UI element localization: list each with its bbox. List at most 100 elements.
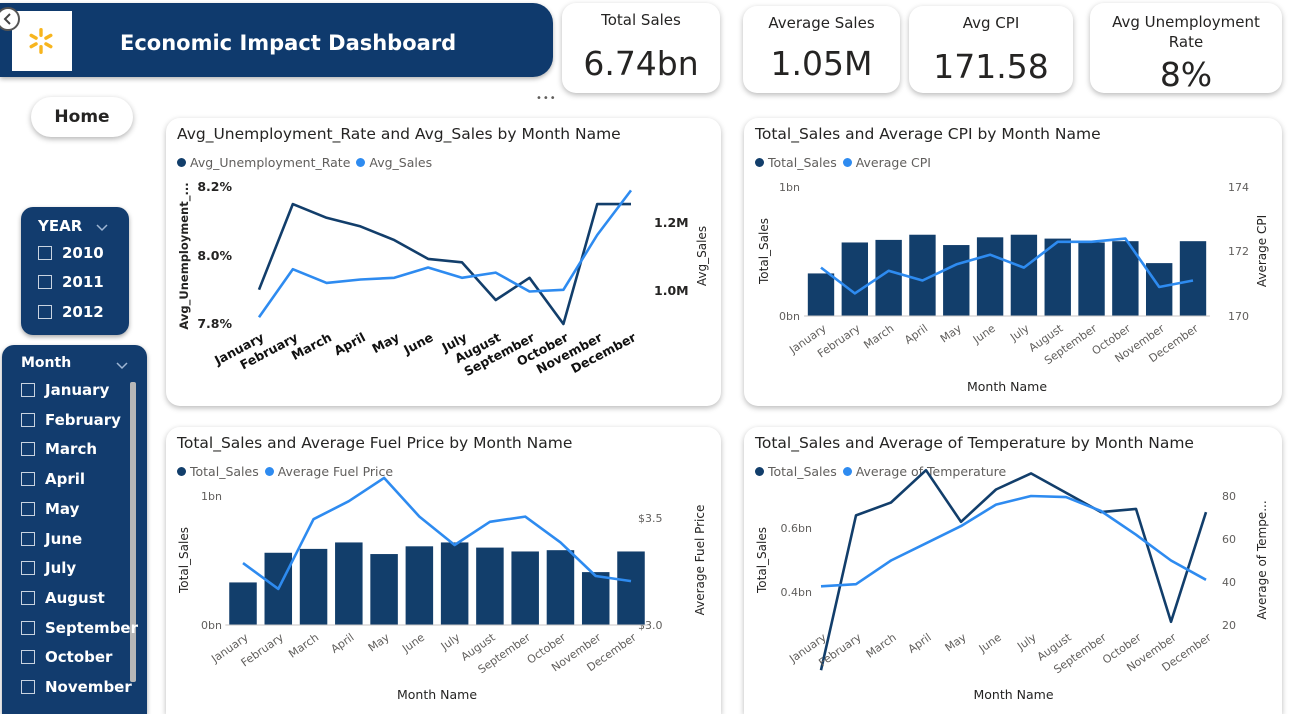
kpi-value: 8% [1159,55,1213,93]
walmart-spark-logo [12,11,72,71]
kpi-value: 1.05M [770,44,873,83]
x-tick-label: April [331,329,367,358]
bar [440,542,469,625]
checkbox[interactable] [21,680,35,694]
year-item-2011[interactable]: 2011 [38,273,104,291]
month-item[interactable]: March [21,440,97,458]
y-axis-title: Total_Sales [755,527,769,594]
y-axis-title: Total_Sales [177,527,191,594]
checkbox[interactable] [38,305,52,319]
x-tick-label: April [902,322,930,347]
checkbox[interactable] [38,275,52,289]
kpi-total-sales: Total Sales 6.74bn [562,3,720,93]
y-axis-title: Average of Tempe... [1255,500,1269,619]
kpi-title: Average Sales [768,14,875,32]
checkbox[interactable] [21,501,35,516]
month-label: February [45,410,121,429]
y-axis-title: Total_Sales [757,218,771,285]
checkbox[interactable] [21,561,35,576]
checkbox[interactable] [21,650,35,665]
year-label: 2012 [62,303,104,321]
y-tick-label: 0bn [779,310,800,323]
kpi-title: Avg Unemployment Rate [1112,13,1260,51]
bar [546,550,575,625]
month-label: August [45,588,105,607]
chart-plot: 8.2% 8.0% 7.8% 1.2M 1.0M Avg_Unemployment_...… [177,179,709,379]
kpi-avg-cpi: Avg CPI 171.58 [909,6,1073,93]
chart-sales-fuel-price: Total_Sales and Average Fuel Price by Mo… [166,427,721,714]
month-item[interactable]: September [21,619,138,637]
home-button[interactable]: Home [31,97,133,137]
back-icon[interactable] [0,7,20,31]
bar [370,554,398,625]
checkbox[interactable] [21,590,35,605]
x-tick-label: April [328,631,356,656]
bar [581,572,610,625]
bar [1179,241,1207,316]
bar [335,542,363,625]
y-tick-label: $3.5 [638,512,663,525]
series-line [257,202,631,326]
chart-sales-temperature: Total_Sales and Average of Temperature b… [744,427,1282,714]
bar [511,551,539,625]
x-tick-label: March [864,631,899,661]
month-item[interactable]: April [21,470,85,488]
month-label: May [45,499,80,518]
bar [299,548,328,625]
y-tick-label: 80 [1222,490,1236,503]
series-line [820,494,1207,588]
y-axis-title: Avg_Sales [695,226,709,286]
y-tick-label: 7.8% [197,316,232,331]
month-label: November [45,678,132,696]
x-axis-title: Month Name [973,687,1053,702]
month-item[interactable]: July [21,559,76,577]
page-title: Economic Impact Dashboard [120,31,457,55]
month-item[interactable]: May [21,500,79,518]
month-label: June [45,529,83,548]
x-tick-label: April [906,631,934,656]
more-options-icon[interactable]: ••• [536,93,557,104]
scrollbar[interactable] [130,382,136,682]
kpi-avg-unemployment-rate: Avg Unemployment Rate 8% [1090,3,1282,93]
y-axis-title: Average CPI [1255,215,1269,287]
x-tick-label: May [943,631,969,655]
month-item[interactable]: August [21,589,105,607]
month-slicer: Month January February March April May June Ju… [2,345,147,714]
x-tick-label: June [976,631,1004,656]
checkbox[interactable] [21,442,35,457]
chart-plot: 1bn0bn$3.5$3.0Total_Sales Average Fuel Pr… [177,476,707,702]
y-tick-label: 1bn [779,181,800,194]
year-item-2010[interactable]: 2010 [38,244,104,262]
chevron-down-icon[interactable] [96,218,108,237]
checkbox[interactable] [21,531,35,546]
x-tick-label: July [1007,322,1032,345]
checkbox[interactable] [21,383,35,397]
checkbox[interactable] [21,620,35,635]
y-tick-label: 1bn [201,490,222,503]
x-tick-label: June [970,322,998,347]
bar [1078,242,1105,316]
checkbox[interactable] [21,472,35,487]
month-label: October [45,648,113,667]
chart-sales-cpi: Total_Sales and Average CPI by Month Nam… [744,118,1282,406]
month-item[interactable]: February [21,411,121,429]
month-item[interactable]: November [21,678,132,696]
y-tick-label: 1.0M [654,283,689,298]
year-label: 2010 [62,244,104,262]
y-tick-label: 1.2M [654,215,689,230]
y-tick-label: 40 [1222,576,1236,589]
bar [976,237,1004,316]
checkbox[interactable] [21,412,35,427]
x-tick-label: June [399,631,427,656]
month-item[interactable]: October [21,648,112,666]
year-item-2012[interactable]: 2012 [38,303,104,321]
month-item[interactable]: January [21,381,109,399]
x-tick-label: March [286,631,321,661]
chevron-down-icon[interactable] [116,356,128,375]
month-item[interactable]: June [21,530,82,548]
chart-plot: 1bn 0bn 174 172 170 Total_Sales Average CPI Mon… [757,181,1269,394]
series-line [257,189,633,318]
kpi-value: 6.74bn [583,44,699,83]
checkbox[interactable] [38,246,52,260]
month-slicer-title: Month [21,355,72,371]
